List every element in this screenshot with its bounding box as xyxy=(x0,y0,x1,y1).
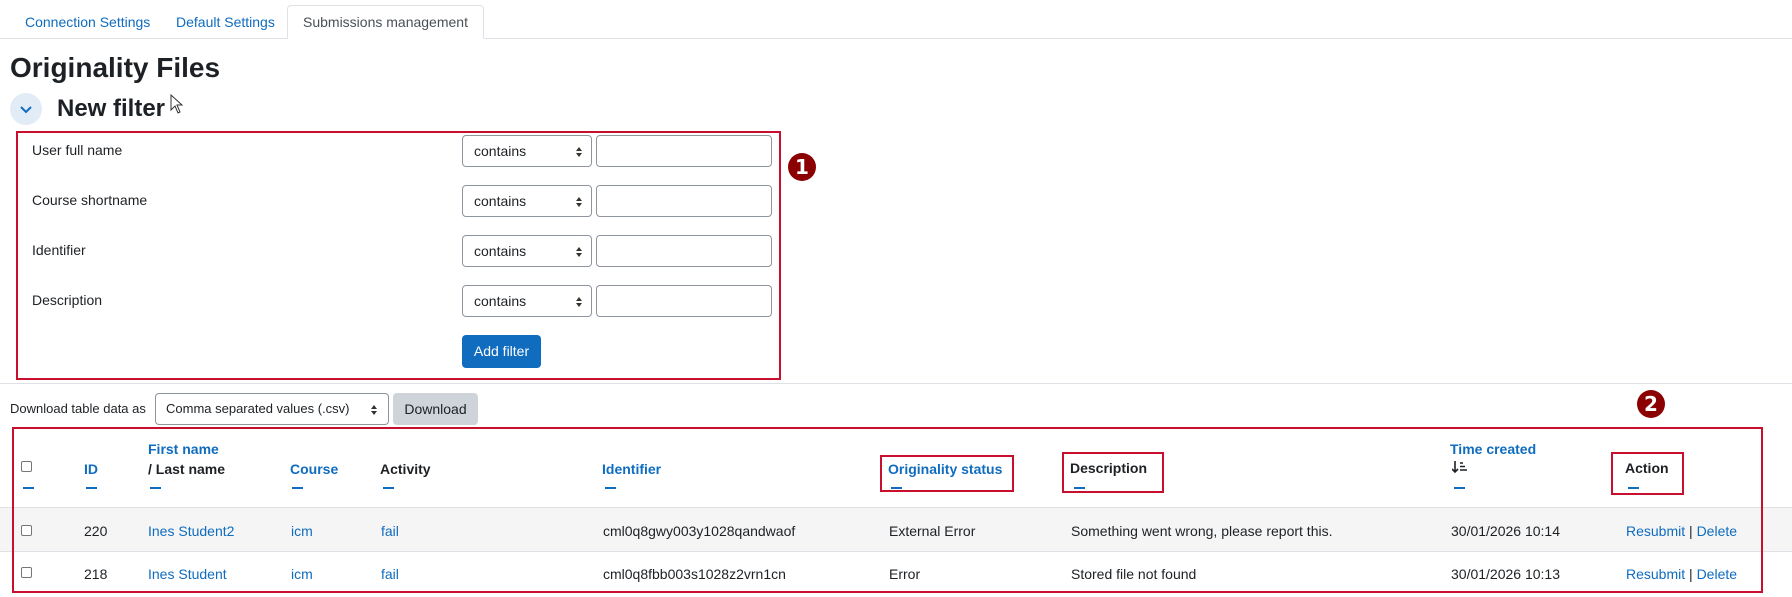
filter-heading: New filter xyxy=(57,95,166,122)
cell-identifier: cml0q8gwy003y1028qandwaof xyxy=(603,523,796,539)
cell-activity-link[interactable]: fail xyxy=(381,566,399,582)
operator-value: contains xyxy=(474,243,527,259)
filter-operator-identifier[interactable]: contains xyxy=(462,235,592,267)
filter-operator-user-full-name[interactable]: contains xyxy=(462,135,592,167)
page-title: Originality Files xyxy=(10,52,221,83)
filter-value-description[interactable] xyxy=(596,285,772,317)
tab-default-settings[interactable]: Default Settings xyxy=(161,6,290,39)
cell-actions: Resubmit | Delete xyxy=(1626,566,1737,582)
cell-time-created: 30/01/2026 10:14 xyxy=(1451,523,1560,539)
delete-link[interactable]: Delete xyxy=(1697,523,1737,539)
cell-status: External Error xyxy=(889,523,976,539)
filter-operator-course-shortname[interactable]: contains xyxy=(462,185,592,217)
operator-value: contains xyxy=(474,193,527,209)
filter-value-identifier[interactable] xyxy=(596,235,772,267)
filter-value-course-shortname[interactable] xyxy=(596,185,772,217)
cell-id: 218 xyxy=(84,566,108,582)
header-last-name-wrap: / Last name xyxy=(148,461,225,477)
collapse-column-icon[interactable] xyxy=(1074,487,1085,489)
mouse-cursor-icon xyxy=(170,94,184,114)
resubmit-link[interactable]: Resubmit xyxy=(1626,566,1685,582)
header-course[interactable]: Course xyxy=(290,461,338,477)
resubmit-link[interactable]: Resubmit xyxy=(1626,523,1685,539)
collapse-column-icon[interactable] xyxy=(383,487,394,489)
annotation-marker-2: 2 xyxy=(1637,390,1665,418)
filter-label-user-full-name: User full name xyxy=(32,142,123,158)
download-format-value: Comma separated values (.csv) xyxy=(166,401,350,416)
cell-time-created: 30/01/2026 10:13 xyxy=(1451,566,1560,582)
cell-description: Something went wrong, please report this… xyxy=(1071,523,1333,539)
tab-bar: Connection Settings Default Settings Sub… xyxy=(0,0,1792,39)
header-id[interactable]: ID xyxy=(84,461,98,477)
action-separator: | xyxy=(1689,566,1693,582)
collapse-column-icon[interactable] xyxy=(1454,487,1465,489)
collapse-column-icon[interactable] xyxy=(891,487,902,489)
action-separator: | xyxy=(1689,523,1693,539)
collapse-column-icon[interactable] xyxy=(23,487,34,489)
annotation-marker-1: 1 xyxy=(788,153,816,181)
filter-collapse-toggle[interactable] xyxy=(10,93,42,125)
row-checkbox[interactable] xyxy=(21,525,32,536)
collapse-column-icon[interactable] xyxy=(1628,487,1639,489)
cell-status: Error xyxy=(889,566,921,582)
collapse-column-icon[interactable] xyxy=(605,487,616,489)
cell-description: Stored file not found xyxy=(1071,566,1197,582)
cell-activity-link[interactable]: fail xyxy=(381,523,399,539)
tab-submissions-management[interactable]: Submissions management xyxy=(287,5,484,39)
cell-course-link[interactable]: icm xyxy=(291,566,313,582)
collapse-column-icon[interactable] xyxy=(150,487,161,489)
download-label: Download table data as xyxy=(10,401,146,416)
select-arrows-icon xyxy=(576,197,582,207)
sort-descending-icon[interactable] xyxy=(1452,460,1468,474)
filter-label-description: Description xyxy=(32,292,103,308)
header-identifier[interactable]: Identifier xyxy=(602,461,661,477)
header-originality-status[interactable]: Originality status xyxy=(888,461,1002,477)
cell-id: 220 xyxy=(84,523,108,539)
operator-value: contains xyxy=(474,293,527,309)
select-arrows-icon xyxy=(371,405,377,415)
delete-link[interactable]: Delete xyxy=(1697,566,1737,582)
tab-connection-settings[interactable]: Connection Settings xyxy=(10,6,165,39)
header-time-created[interactable]: Time created xyxy=(1450,441,1536,457)
download-format-select[interactable]: Comma separated values (.csv) xyxy=(155,393,389,425)
cell-user-link[interactable]: Ines Student xyxy=(148,566,227,582)
operator-value: contains xyxy=(474,143,527,159)
add-filter-button[interactable]: Add filter xyxy=(462,335,541,368)
filter-operator-description[interactable]: contains xyxy=(462,285,592,317)
divider xyxy=(0,383,1792,384)
filter-label-identifier: Identifier xyxy=(32,242,86,258)
select-arrows-icon xyxy=(576,247,582,257)
header-action: Action xyxy=(1625,460,1669,476)
cell-identifier: cml0q8fbb003s1028z2vrn1cn xyxy=(603,566,786,582)
cell-course-link[interactable]: icm xyxy=(291,523,313,539)
header-activity: Activity xyxy=(380,461,431,477)
header-last-name[interactable]: / Last name xyxy=(148,461,225,477)
collapse-column-icon[interactable] xyxy=(86,487,97,489)
cell-user-link[interactable]: Ines Student2 xyxy=(148,523,234,539)
cell-actions: Resubmit | Delete xyxy=(1626,523,1737,539)
collapse-column-icon[interactable] xyxy=(292,487,303,489)
chevron-down-icon xyxy=(20,106,32,114)
header-first-name[interactable]: First name xyxy=(148,441,219,457)
header-description: Description xyxy=(1070,460,1148,476)
filter-label-course-shortname: Course shortname xyxy=(32,192,148,208)
select-arrows-icon xyxy=(576,147,582,157)
filter-value-user-full-name[interactable] xyxy=(596,135,772,167)
select-all-checkbox[interactable] xyxy=(21,461,32,472)
select-arrows-icon xyxy=(576,297,582,307)
row-checkbox[interactable] xyxy=(21,567,32,578)
download-button[interactable]: Download xyxy=(393,393,478,425)
